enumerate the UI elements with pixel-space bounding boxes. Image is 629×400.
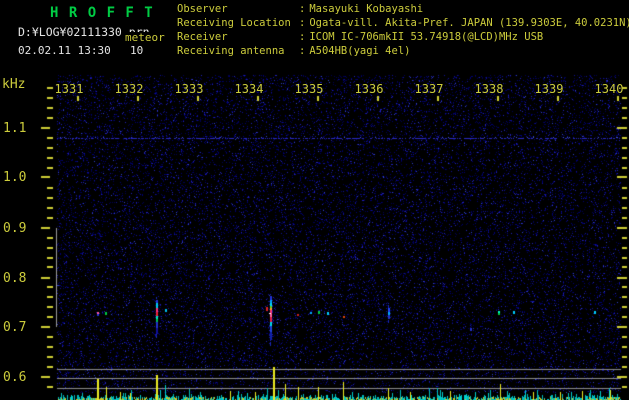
info-label: Receiving antenna — [177, 45, 285, 57]
y-axis-tick-label: 0.7 — [3, 320, 27, 335]
mode-label: meteor — [123, 31, 165, 44]
y-axis-tick-label: 0.6 — [3, 370, 27, 385]
y-axis-tick-label: 1.0 — [3, 170, 27, 185]
info-separator: : — [299, 17, 306, 29]
x-axis-tick-label: 1335 — [294, 82, 324, 96]
info-label: Receiver — [177, 31, 228, 43]
info-value: Ogata-vill. Akita-Pref. JAPAN (139.9303E… — [309, 17, 629, 29]
record-duration: 10 — [130, 44, 144, 57]
info-separator: : — [299, 31, 306, 43]
x-axis-tick-label: 1336 — [354, 82, 384, 96]
station-info-row-observer: Observer: Masayuki Kobayashi — [177, 4, 423, 15]
y-axis-tick-label: 0.8 — [3, 271, 27, 286]
station-info-row-location: Receiving Location: Ogata-vill. Akita-Pre… — [177, 18, 629, 29]
info-separator: : — [299, 45, 306, 57]
info-label: Observer — [177, 3, 228, 15]
info-value: A504HB(yagi 4el) — [309, 45, 411, 57]
info-value: ICOM IC-706mkII 53.74918(@LCD)MHz USB — [309, 31, 544, 43]
y-axis-tick-label: 1.1 — [3, 121, 27, 136]
x-axis-tick-label: 1332 — [114, 82, 144, 96]
x-axis-tick-label: 1337 — [414, 82, 444, 96]
spectrogram-canvas — [0, 0, 629, 400]
station-info-row-antenna: Receiving antenna: A504HB(yagi 4el) — [177, 46, 410, 57]
x-axis-tick-label: 1340 — [594, 82, 624, 96]
x-axis-tick-label: 1333 — [174, 82, 204, 96]
x-axis-tick-label: 1338 — [474, 82, 504, 96]
station-info-row-receiver: Receiver: ICOM IC-706mkII 53.74918(@LCD)M… — [177, 32, 543, 43]
hrofft-window: H R O F F T D:¥LOG¥02111330.prn meteor 0… — [0, 0, 629, 400]
info-separator: : — [299, 3, 306, 15]
app-title: H R O F F T — [50, 5, 154, 21]
info-value: Masayuki Kobayashi — [309, 3, 424, 15]
info-label: Receiving Location — [177, 17, 291, 29]
x-axis-tick-label: 1331 — [54, 82, 84, 96]
record-datetime: 02.02.11 13:30 — [18, 44, 111, 57]
khz-unit-label: kHz — [2, 77, 26, 92]
x-axis-tick-label: 1334 — [234, 82, 264, 96]
x-axis-tick-label: 1339 — [534, 82, 564, 96]
y-axis-tick-label: 0.9 — [3, 221, 27, 236]
